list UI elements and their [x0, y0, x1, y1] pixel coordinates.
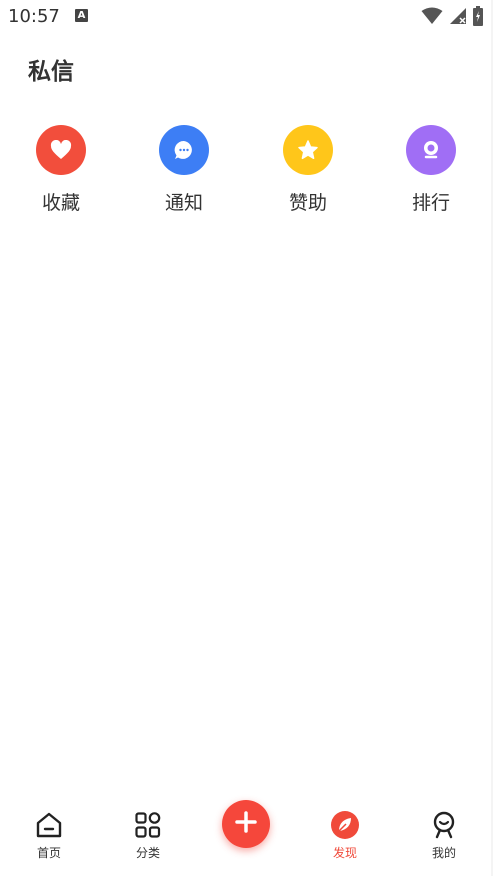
page-title: 私信: [28, 59, 74, 85]
screen: 10:57 A 私信 收藏 通知 赞助 排行 首页 分类 发现 我的: [0, 0, 493, 876]
nav-item-mine[interactable]: 我的: [414, 810, 474, 861]
quick-action-label: 赞助: [288, 192, 327, 214]
signal-icon: [449, 7, 467, 29]
leaf-icon: [330, 810, 360, 840]
add-button[interactable]: [222, 800, 270, 848]
quick-action-ranking[interactable]: 排行: [391, 125, 471, 220]
quick-action-label: 通知: [164, 192, 203, 214]
grid-icon: [133, 810, 163, 840]
a-letter-icon: A: [75, 9, 88, 22]
plus-icon: [234, 810, 258, 838]
nav-item-category[interactable]: 分类: [118, 810, 178, 861]
profile-icon: [429, 810, 459, 840]
status-time: 10:57: [8, 6, 60, 27]
quick-action-sponsor[interactable]: 赞助: [268, 125, 348, 220]
home-icon: [34, 810, 64, 840]
nav-label: 发现: [332, 846, 357, 860]
quick-action-favorites[interactable]: 收藏: [21, 125, 101, 220]
nav-item-discover[interactable]: 发现: [315, 810, 375, 861]
nav-label: 首页: [36, 846, 61, 860]
nav-label: 我的: [431, 846, 456, 860]
quick-action-notifications[interactable]: 通知: [144, 125, 224, 220]
quick-action-label: 收藏: [41, 192, 80, 214]
medal-icon: [406, 125, 456, 175]
chat-bubble-icon: [159, 125, 209, 175]
star-icon: [283, 125, 333, 175]
quick-action-label: 排行: [411, 192, 450, 214]
bottom-nav: 首页 分类 发现 我的: [0, 800, 493, 876]
status-icons: [421, 6, 483, 30]
status-bar: 10:57 A: [0, 0, 493, 34]
quick-actions: 收藏 通知 赞助 排行: [0, 125, 493, 220]
battery-charging-icon: [473, 6, 483, 30]
nav-item-home[interactable]: 首页: [19, 810, 79, 861]
heart-icon: [36, 125, 86, 175]
wifi-icon: [421, 7, 443, 29]
nav-label: 分类: [135, 846, 160, 860]
